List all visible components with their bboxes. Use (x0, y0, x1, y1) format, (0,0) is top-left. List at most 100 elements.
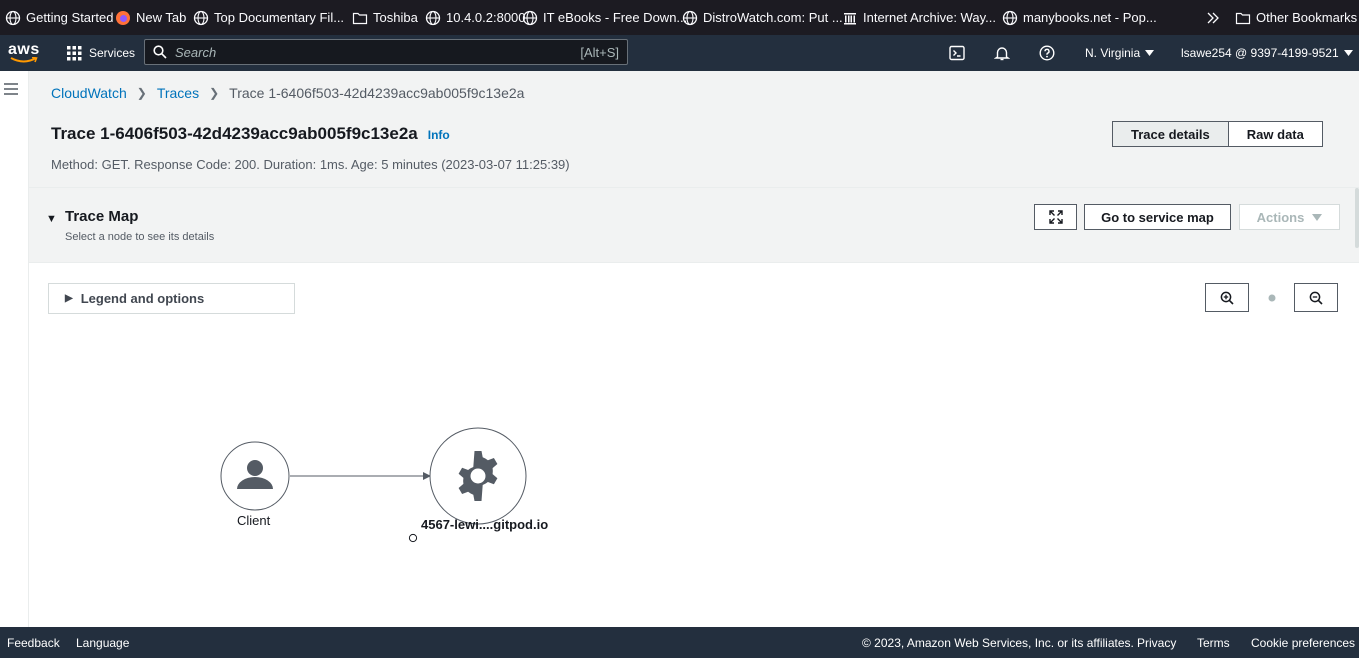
legend-label: Legend and options (80, 291, 205, 306)
globe-icon (522, 10, 538, 25)
help-button[interactable] (1039, 35, 1055, 71)
bookmarks-bar: Getting Started New Tab Top Documentary … (0, 0, 1359, 35)
footer: Feedback Language © 2023, Amazon Web Ser… (0, 627, 1359, 658)
terminal-icon (949, 45, 965, 61)
bookmark-label: Toshiba (373, 10, 418, 25)
double-chevron-icon (1207, 12, 1219, 23)
bookmark-internet-archive[interactable]: Internet Archive: Way... (842, 0, 996, 35)
fullscreen-button[interactable] (1034, 204, 1077, 230)
legend-and-options-toggle[interactable]: ▶ Legend and options (48, 283, 295, 314)
scrollbar-thumb[interactable] (1355, 188, 1359, 248)
main-content: CloudWatch ❯ Traces ❯ Trace 1-6406f503-4… (29, 71, 1359, 627)
other-bookmarks[interactable]: Other Bookmarks (1235, 0, 1357, 35)
search-placeholder: Search (175, 44, 217, 60)
bookmark-label: Internet Archive: Way... (863, 10, 996, 25)
bookmark-toshiba[interactable]: Toshiba (352, 0, 418, 35)
bookmark-label: DistroWatch.com: Put ... (703, 10, 843, 25)
service-health-indicator (408, 533, 418, 543)
globe-icon (425, 10, 441, 25)
aws-logo-text: aws (8, 41, 40, 58)
trace-map-description: Select a node to see its details (65, 231, 215, 243)
notifications-button[interactable] (994, 35, 1010, 71)
info-link[interactable]: Info (428, 128, 450, 142)
actions-dropdown[interactable]: Actions (1239, 204, 1340, 230)
caret-down-icon (1312, 213, 1323, 221)
breadcrumb-cloudwatch[interactable]: CloudWatch (51, 85, 127, 101)
caret-down-icon (1145, 50, 1155, 56)
globe-icon (1002, 10, 1018, 25)
aws-logo[interactable]: aws (8, 35, 40, 71)
page-title: Trace 1-6406f503-42d4239acc9ab005f9c13e2… (51, 124, 418, 143)
copyright-text: © 2023, Amazon Web Services, Inc. or its… (862, 635, 1134, 650)
grid-icon (67, 45, 82, 60)
breadcrumb: CloudWatch ❯ Traces ❯ Trace 1-6406f503-4… (51, 85, 524, 101)
bookmark-label: New Tab (136, 10, 187, 25)
cookie-preferences-link[interactable]: Cookie preferences (1251, 627, 1355, 658)
services-menu[interactable]: Services (67, 35, 135, 71)
other-bookmarks-label: Other Bookmarks (1256, 10, 1358, 25)
folder-icon (352, 12, 368, 24)
zoom-in-icon (1220, 291, 1234, 305)
bookmarks-overflow-button[interactable] (1205, 0, 1221, 35)
caret-right-icon: ▶ (65, 293, 73, 304)
menu-button[interactable] (4, 83, 18, 95)
side-navigation-rail (0, 71, 29, 627)
globe-icon (5, 10, 21, 25)
aws-top-nav: aws Services Search [Alt+S] N. Virginia … (0, 35, 1359, 71)
breadcrumb-traces[interactable]: Traces (157, 85, 199, 101)
trace-map-panel: ▼ Trace Map Select a node to see its det… (29, 187, 1359, 627)
bookmark-it-ebooks[interactable]: IT eBooks - Free Down... (522, 0, 687, 35)
bookmark-label: Getting Started (26, 10, 114, 25)
client-node-label: Client (237, 513, 271, 528)
zoom-controls (1205, 283, 1338, 312)
bookmark-label: IT eBooks - Free Down... (543, 10, 688, 25)
language-link[interactable]: Language (76, 627, 129, 658)
archive-icon (844, 12, 856, 24)
breadcrumb-current: Trace 1-6406f503-42d4239acc9ab005f9c13e2… (229, 85, 525, 101)
folder-icon (1235, 12, 1251, 24)
account-menu[interactable]: lsawe254 @ 9397-4199-9521 (1181, 35, 1353, 71)
bell-icon (994, 47, 1010, 61)
caret-down-icon (1343, 50, 1353, 56)
service-node[interactable] (429, 427, 527, 525)
bookmark-local-ip[interactable]: 10.4.0.2:8000 (425, 0, 526, 35)
privacy-link[interactable]: Privacy (1137, 627, 1176, 658)
tab-raw-data[interactable]: Raw data (1228, 121, 1323, 147)
firefox-icon (116, 10, 130, 25)
tab-trace-details[interactable]: Trace details (1112, 121, 1229, 147)
bookmark-new-tab[interactable]: New Tab (115, 0, 186, 35)
trace-summary: Method: GET. Response Code: 200. Duratio… (51, 157, 570, 172)
zoom-level-indicator (1249, 283, 1293, 312)
region-selector[interactable]: N. Virginia (1085, 35, 1155, 71)
aws-smile-icon (10, 57, 38, 63)
view-toggle: Trace details Raw data (1112, 121, 1323, 147)
zoom-out-icon (1309, 291, 1323, 305)
globe-icon (682, 10, 698, 25)
feedback-link[interactable]: Feedback (7, 627, 60, 658)
collapse-caret-icon[interactable]: ▼ (46, 213, 57, 225)
search-input[interactable]: Search [Alt+S] (144, 39, 628, 65)
chevron-right-icon: ❯ (136, 86, 147, 100)
trace-map-title: Trace Map (65, 208, 139, 225)
zoom-out-button[interactable] (1293, 283, 1338, 312)
client-node[interactable] (220, 441, 290, 511)
terms-link[interactable]: Terms (1197, 627, 1230, 658)
go-to-service-map-button[interactable]: Go to service map (1084, 204, 1231, 230)
hamburger-icon (4, 83, 18, 95)
actions-label: Actions (1256, 209, 1305, 225)
bookmark-manybooks[interactable]: manybooks.net - Pop... (1002, 0, 1157, 35)
trace-graph: Client 4567-lewi....gitpod.io (29, 418, 629, 618)
zoom-in-button[interactable] (1205, 283, 1250, 312)
bookmark-label: manybooks.net - Pop... (1023, 10, 1157, 25)
bookmark-top-documentary[interactable]: Top Documentary Fil... (193, 0, 344, 35)
bookmark-label: Top Documentary Fil... (214, 10, 345, 25)
bookmark-getting-started[interactable]: Getting Started (5, 0, 113, 35)
cloudshell-button[interactable] (949, 35, 965, 71)
dot-icon (1268, 294, 1275, 301)
trace-map-header: ▼ Trace Map Select a node to see its det… (29, 188, 1359, 263)
account-label: lsawe254 @ 9397-4199-9521 (1181, 46, 1339, 60)
service-node-label: 4567-lewi....gitpod.io (421, 517, 549, 532)
chevron-right-icon: ❯ (209, 86, 220, 100)
region-label: N. Virginia (1085, 46, 1141, 60)
bookmark-distrowatch[interactable]: DistroWatch.com: Put ... (682, 0, 843, 35)
